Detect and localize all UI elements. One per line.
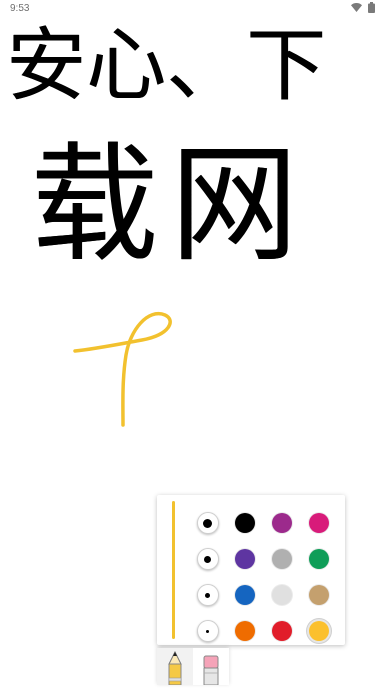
color-swatch[interactable] (271, 621, 292, 641)
palette-cell (226, 505, 263, 541)
palette-cell (263, 577, 300, 613)
color-swatch[interactable] (271, 585, 292, 605)
color-swatch[interactable] (308, 513, 329, 533)
pen-tool-button[interactable] (157, 648, 193, 686)
color-swatch[interactable] (271, 549, 292, 569)
eraser-tool-button[interactable] (193, 648, 229, 686)
color-swatch[interactable] (234, 621, 255, 641)
color-swatch[interactable] (308, 621, 329, 641)
palette-cell (263, 505, 300, 541)
stroke-opacity-slider[interactable] (172, 501, 175, 639)
palette-cell (226, 541, 263, 577)
brush-size-dot (203, 518, 212, 528)
color-swatch[interactable] (234, 513, 255, 533)
brush-size-small-button[interactable] (196, 620, 219, 642)
palette-cell (226, 577, 263, 613)
brush-size-large-button[interactable] (196, 512, 219, 534)
color-swatch[interactable] (234, 549, 255, 569)
brush-size-medium-button[interactable] (196, 584, 219, 606)
palette-cell (300, 613, 337, 649)
brush-size-dot (204, 555, 211, 563)
palette-cell (300, 541, 337, 577)
palette-grid (189, 505, 337, 649)
palette-cell (189, 613, 226, 649)
palette-cell (189, 541, 226, 577)
palette-cell (300, 505, 337, 541)
brush-size-dot (206, 629, 209, 633)
brush-size-dot (205, 592, 210, 598)
pen-icon (168, 650, 182, 686)
palette-cell (263, 613, 300, 649)
color-swatch[interactable] (234, 585, 255, 605)
palette-cell (300, 577, 337, 613)
color-swatch[interactable] (308, 585, 329, 605)
eraser-icon (203, 655, 219, 686)
palette-cell (189, 577, 226, 613)
brush-size-medium-large-button[interactable] (196, 548, 219, 570)
palette-cell (226, 613, 263, 649)
color-swatch[interactable] (271, 513, 292, 533)
pen-settings-palette (157, 495, 345, 645)
tool-bar (157, 648, 229, 686)
palette-cell (263, 541, 300, 577)
color-swatch[interactable] (308, 549, 329, 569)
yellow-ink-stroke (73, 311, 172, 427)
palette-cell (189, 505, 226, 541)
